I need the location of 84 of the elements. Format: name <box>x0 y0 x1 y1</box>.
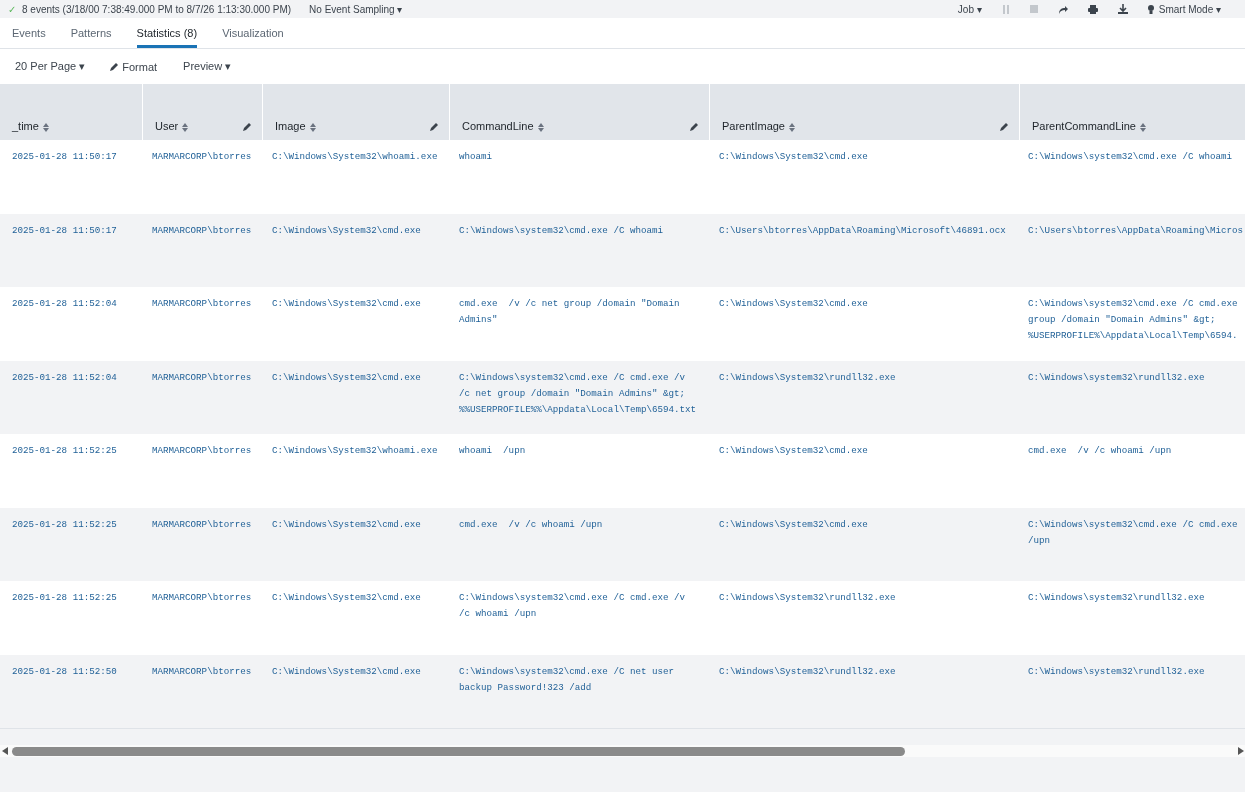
per-page-dropdown[interactable]: 20 Per Page ▾ <box>15 60 86 73</box>
table-cell: whoami /upn <box>459 445 526 456</box>
table-cell: C:\Windows\system32\rundll32.exe <box>1028 371 1205 383</box>
table-cell: cmd.exe /v /c whoami /upn <box>1028 445 1172 456</box>
preview-dropdown[interactable]: Preview ▾ <box>183 60 232 73</box>
table-cell: C:\Windows\system32\cmd.exe /C cmd.exe group /domain "Domain Admins" &gt; %USERPROFILE%\Appdata\Local\Temp\6594. <box>1028 298 1238 341</box>
table-cell: C:\Windows\System32\cmd.exe <box>272 665 421 677</box>
scroll-left-icon[interactable] <box>2 747 8 755</box>
table-cell-text: C:\Windows\system32\cmd.exe /C net user backup Password!323 /add <box>459 665 676 693</box>
event-summary: 8 events (3/18/00 7:38:49.000 PM to 8/7/26 1:13:30.000 PM) <box>22 3 292 15</box>
lightbulb-icon <box>1147 4 1154 14</box>
job-menu[interactable]: Job ▾ <box>957 3 982 15</box>
table-cell: C:\Windows\System32\rundll32.exe <box>719 665 896 677</box>
table-cell: C:\Windows\system32\cmd.exe /C cmd.exe /upn <box>1028 518 1238 546</box>
check-mark: ✓ <box>8 3 16 15</box>
table-cell: MARMARCORP\btorres <box>152 298 252 309</box>
column-header[interactable]: ParentImage <box>710 84 1020 140</box>
table-cell: C:\Windows\System32\whoami.exe <box>272 445 438 456</box>
table-cell: C:\Windows\system32\cmd.exe /C cmd.exe /v /c net group /domain "Domain Admins" &gt; %%USERPROFILE%%\Appdata\Local\Temp\6594.txt <box>459 371 697 415</box>
table-cell: 2025-01-28 11:52:25 <box>12 518 117 530</box>
table-cell: MARMARCORP\btorres <box>152 592 252 603</box>
column-header[interactable]: ParentCommandLine <box>1020 84 1245 140</box>
table-cell: C:\Windows\system32\cmd.exe /C whoami <box>1028 151 1232 162</box>
table-cell: C:\Windows\System32\cmd.exe <box>272 518 421 530</box>
table-cell: C:\Windows\System32\cmd.exe <box>719 518 868 530</box>
scrollbar-thumb[interactable] <box>12 746 905 756</box>
table-cell: whoami <box>459 151 493 162</box>
mode-dropdown[interactable]: Smart Mode ▾ <box>1147 3 1221 15</box>
table-cell: C:\Windows\system32\cmd.exe /C whoami <box>459 224 663 236</box>
table-cell: C:\Windows\System32\cmd.exe <box>719 445 868 456</box>
format-button[interactable]: Format <box>109 60 158 73</box>
table-cell: C:\Windows\system32\rundll32.exe <box>1028 592 1205 603</box>
pencil-icon[interactable] <box>242 122 252 132</box>
table-cell: 2025-01-28 11:52:04 <box>12 298 117 309</box>
tab[interactable]: Patterns <box>70 18 112 48</box>
column-header[interactable]: CommandLine <box>450 84 710 140</box>
pencil-icon[interactable] <box>689 122 699 132</box>
table-cell: C:\Windows\System32\whoami.exe <box>272 151 438 162</box>
sort-icon[interactable] <box>537 123 544 132</box>
table-cell: cmd.exe /v /c whoami /upn <box>459 518 603 530</box>
column-header[interactable]: Image <box>263 84 450 140</box>
table-cell: MARMARCORP\btorres <box>152 151 252 162</box>
table-cell: C:\Windows\System32\cmd.exe <box>272 298 421 309</box>
table-cell: C:\Windows\System32\cmd.exe <box>272 592 421 603</box>
table-cell-text: cmd.exe /v /c net group /domain "Domain Admins" <box>459 298 681 325</box>
pencil-icon[interactable] <box>999 122 1009 132</box>
sort-icon[interactable] <box>309 123 316 132</box>
pencil-icon[interactable] <box>429 122 439 132</box>
table-cell: C:\Windows\System32\cmd.exe <box>272 224 421 236</box>
column-header[interactable]: _time <box>0 84 143 140</box>
sampling-dropdown[interactable]: No Event Sampling ▾ <box>309 3 403 15</box>
table-cell: C:\Windows\System32\rundll32.exe <box>719 371 896 383</box>
table-cell: 2025-01-28 11:52:50 <box>12 665 117 677</box>
tab[interactable]: Events <box>12 18 46 48</box>
table-cell: C:\Windows\System32\rundll32.exe <box>719 592 896 603</box>
table-cell: C:\Windows\System32\cmd.exe <box>719 151 868 162</box>
table-cell: C:\Windows\System32\cmd.exe <box>272 371 421 383</box>
sort-icon[interactable] <box>182 123 189 132</box>
table-cell: C:\Windows\system32\rundll32.exe <box>1028 665 1205 677</box>
table-cell: 2025-01-28 11:50:17 <box>12 151 117 162</box>
table-cell: 2025-01-28 11:50:17 <box>12 224 117 236</box>
table-cell: MARMARCORP\btorres <box>152 665 252 677</box>
table-cell: MARMARCORP\btorres <box>152 371 252 383</box>
tab[interactable]: Visualization <box>222 18 284 48</box>
table-cell: MARMARCORP\btorres <box>152 518 252 530</box>
print-icon[interactable] <box>1087 4 1098 14</box>
table-cell: 2025-01-28 11:52:25 <box>12 445 117 456</box>
horizontal-scrollbar[interactable] <box>0 745 1245 757</box>
table-cell: C:\Users\btorres\AppData\Roaming\Micros <box>1028 224 1244 236</box>
column-header[interactable]: User <box>143 84 263 140</box>
table-cell: C:\Users\btorres\AppData\Roaming\Microsoft\46891.ocx <box>719 224 1006 236</box>
table-cell: 2025-01-28 11:52:04 <box>12 371 117 383</box>
sort-icon[interactable] <box>42 123 49 132</box>
table-cell: C:\Windows\System32\cmd.exe <box>719 298 868 309</box>
share-icon[interactable] <box>1057 4 1068 14</box>
table-cell: MARMARCORP\btorres <box>152 224 252 236</box>
sort-icon[interactable] <box>789 123 795 132</box>
table-cell: MARMARCORP\btorres <box>152 445 252 456</box>
sort-icon[interactable] <box>1139 123 1146 132</box>
pencil-icon <box>109 61 120 72</box>
table-cell: 2025-01-28 11:52:25 <box>12 592 117 603</box>
download-icon[interactable] <box>1117 4 1128 14</box>
scroll-right-icon[interactable] <box>1238 747 1244 755</box>
table-cell-text: C:\Windows\system32\cmd.exe /C cmd.exe /v /c whoami /upn <box>459 592 687 619</box>
